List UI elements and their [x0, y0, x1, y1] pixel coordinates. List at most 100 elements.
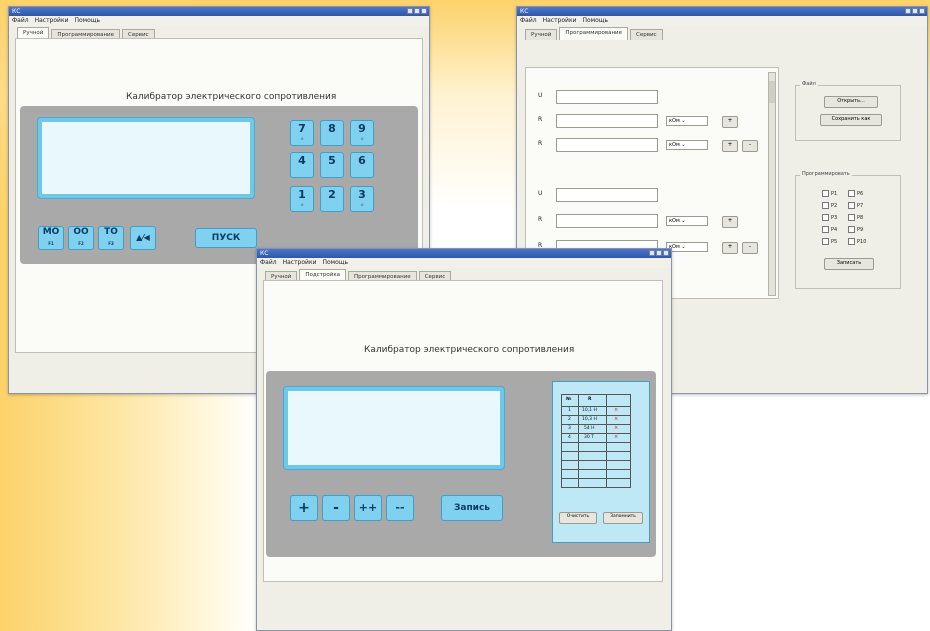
titlebar[interactable]: КС: [9, 7, 429, 16]
table-row-r: 10,3 Н: [582, 417, 597, 422]
key-5[interactable]: 5: [320, 152, 344, 178]
key-7[interactable]: 7 ±: [290, 120, 314, 146]
titlebar[interactable]: КС: [517, 7, 927, 16]
remove-row-icon[interactable]: ×: [614, 416, 618, 422]
plus-button[interactable]: +: [722, 242, 738, 254]
table-row-r: 54 Н: [584, 426, 595, 431]
tab-panel: Калибратор электрического сопротивления …: [263, 280, 663, 582]
unit-select[interactable]: кОм ⌄: [666, 140, 708, 150]
checkbox-p6[interactable]: P6: [848, 190, 863, 197]
minimize-button[interactable]: [905, 8, 911, 14]
row-label: R: [538, 140, 543, 147]
tab-service[interactable]: Сервис: [630, 29, 663, 40]
plus-button[interactable]: +: [722, 116, 738, 128]
program-group-title: Программировать: [800, 171, 852, 177]
checkbox-p5[interactable]: P5: [822, 238, 837, 245]
close-button[interactable]: [663, 250, 669, 256]
r-input[interactable]: [556, 114, 658, 128]
tab-manual[interactable]: Ручной: [525, 29, 558, 40]
maximize-button[interactable]: [912, 8, 918, 14]
row-label: U: [538, 190, 543, 197]
mo-key[interactable]: MO F1: [38, 226, 64, 250]
checkbox-p10[interactable]: P10: [848, 238, 866, 245]
key-9[interactable]: 9 ±: [350, 120, 374, 146]
checkbox-p8[interactable]: P8: [848, 214, 863, 221]
plus-button[interactable]: +: [722, 140, 738, 152]
unit-select[interactable]: кОм ⌄: [666, 216, 708, 226]
menu-file[interactable]: Файл: [12, 16, 29, 26]
row-label: U: [538, 92, 543, 99]
tab-programming[interactable]: Программирование: [559, 27, 628, 40]
remember-button[interactable]: Запомнить: [603, 512, 643, 524]
remove-row-icon[interactable]: ×: [614, 425, 618, 431]
titlebar[interactable]: КС: [257, 249, 671, 258]
remove-row-icon[interactable]: ×: [614, 434, 618, 440]
menu-settings[interactable]: Настройки: [35, 16, 69, 26]
minimize-button[interactable]: [407, 8, 413, 14]
checkbox-p2[interactable]: P2: [822, 202, 837, 209]
scrollbar-thumb[interactable]: [769, 81, 775, 103]
menu-settings[interactable]: Настройки: [283, 258, 317, 268]
table-row-n: 1: [568, 408, 571, 413]
remove-row-icon[interactable]: ×: [614, 407, 618, 413]
key-6[interactable]: 6: [350, 152, 374, 178]
checkbox-p1[interactable]: P1: [822, 190, 837, 197]
key-3[interactable]: 3 ±: [350, 186, 374, 212]
menu-settings[interactable]: Настройки: [543, 16, 577, 26]
file-group: Файл Открыть... Сохранить как: [795, 81, 901, 141]
save-as-button[interactable]: Сохранить как: [820, 114, 882, 126]
u-input[interactable]: [556, 90, 658, 104]
plus-button[interactable]: +: [290, 495, 318, 521]
r-input[interactable]: [556, 138, 658, 152]
menu-help[interactable]: Помощь: [322, 258, 348, 268]
checkbox-p9[interactable]: P9: [848, 226, 863, 233]
maximize-button[interactable]: [414, 8, 420, 14]
menu-help[interactable]: Помощь: [74, 16, 100, 26]
minus-minus-button[interactable]: --: [386, 495, 414, 521]
maximize-button[interactable]: [656, 250, 662, 256]
checkbox-p7[interactable]: P7: [848, 202, 863, 209]
menu-help[interactable]: Помощь: [582, 16, 608, 26]
open-button[interactable]: Открыть...: [824, 96, 878, 108]
u-input[interactable]: [556, 188, 658, 202]
lcd-display: [38, 118, 254, 198]
oo-key[interactable]: OO F2: [68, 226, 94, 250]
checkbox-p3[interactable]: P3: [822, 214, 837, 221]
arrow-key[interactable]: ▲⁄◀: [130, 226, 156, 250]
menu-file[interactable]: Файл: [520, 16, 537, 26]
checkbox-p4[interactable]: P4: [822, 226, 837, 233]
record-button[interactable]: Запись: [441, 495, 503, 521]
close-button[interactable]: [421, 8, 427, 14]
write-button[interactable]: Записать: [824, 258, 874, 270]
key-1[interactable]: 1 ±: [290, 186, 314, 212]
key-8[interactable]: 8: [320, 120, 344, 146]
unit-select[interactable]: кОм ⌄: [666, 242, 708, 252]
r-input[interactable]: [556, 214, 658, 228]
vertical-scrollbar[interactable]: [768, 72, 776, 296]
start-button[interactable]: ПУСК: [195, 228, 257, 248]
plus-button[interactable]: +: [722, 216, 738, 228]
minus-button[interactable]: -: [742, 242, 758, 254]
window-title: КС: [12, 8, 21, 15]
tab-bar: Ручной Программирование Сервис: [517, 26, 927, 40]
unit-select[interactable]: кОм ⌄: [666, 116, 708, 126]
calibrator-device: 7 ± 8 9 ± 4 5 6 1 ± 2 3 ± MO F1 OO F2 TO F3 ▲⁄◀…: [20, 106, 418, 264]
minus-button[interactable]: -: [742, 140, 758, 152]
program-group: Программировать P1 P6 P2 P7 P3 P8 P4 P9 …: [795, 171, 901, 289]
values-table: № R 1 10,1 Н × 2 10,3 Н × 3 54 Н × 4 30 …: [552, 381, 650, 543]
table-row-r: 30 Т: [584, 435, 594, 440]
close-button[interactable]: [919, 8, 925, 14]
key-4[interactable]: 4: [290, 152, 314, 178]
menubar: Файл Настройки Помощь: [9, 16, 429, 26]
calibrator-device: + - ++ -- Запись № R 1 10,1 Н × 2 10,3 Н…: [266, 371, 656, 557]
key-2[interactable]: 2: [320, 186, 344, 212]
device-title: Калибратор электрического сопротивления: [364, 345, 575, 355]
window-title: КС: [260, 250, 269, 257]
minus-button[interactable]: -: [322, 495, 350, 521]
menu-file[interactable]: Файл: [260, 258, 277, 268]
to-key[interactable]: TO F3: [98, 226, 124, 250]
plus-plus-button[interactable]: ++: [354, 495, 382, 521]
minimize-button[interactable]: [649, 250, 655, 256]
row-label: R: [538, 116, 543, 123]
clear-button[interactable]: Очистить: [559, 512, 597, 524]
